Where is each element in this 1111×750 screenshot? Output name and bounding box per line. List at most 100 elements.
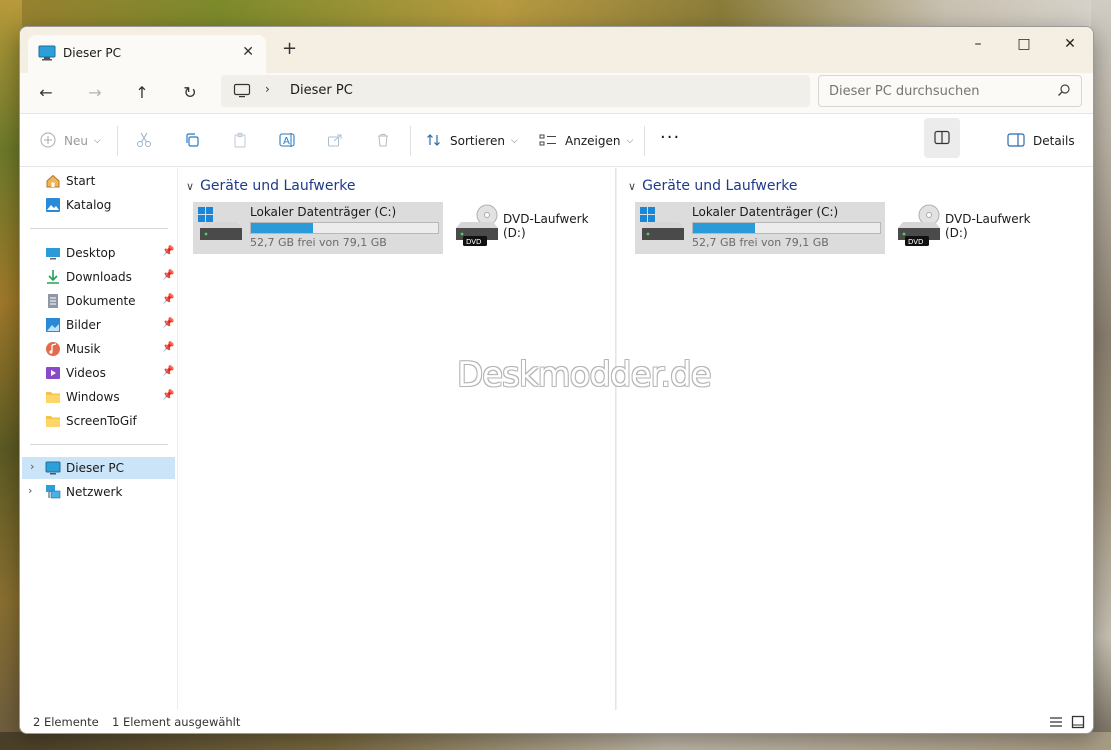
drive-c[interactable]: Lokaler Datenträger (C:) 52,7 GB frei vo…	[635, 202, 885, 254]
maximize-button[interactable]: □	[1001, 31, 1047, 59]
tab-dieser-pc[interactable]: Dieser PC ✕	[28, 35, 266, 73]
sort-button[interactable]: Sortieren ⌵	[426, 128, 518, 154]
sidebar-item-dokumente[interactable]: Dokumente 📌	[20, 290, 175, 312]
pin-icon[interactable]: 📌	[162, 390, 174, 401]
refresh-button[interactable]: ↻	[176, 81, 204, 105]
sidebar-item-musik[interactable]: Musik 📌	[20, 338, 175, 360]
breadcrumb-dieser-pc[interactable]: Dieser PC	[290, 83, 353, 98]
navigation-pane: Start Katalog Desktop 📌 Downloads 📌 Doku…	[20, 168, 178, 710]
sidebar-item-katalog[interactable]: Katalog	[20, 194, 175, 216]
group-header[interactable]: ∨ Geräte und Laufwerke	[186, 178, 355, 194]
title-bar: Dieser PC ✕ + – □ ✕	[20, 27, 1093, 73]
pane-divider[interactable]	[615, 168, 617, 710]
sidebar-item-dieser-pc[interactable]: › Dieser PC	[22, 457, 175, 479]
minimize-button[interactable]: –	[955, 31, 1001, 59]
command-bar: Neu ⌵ A Sortieren ⌵ Anzeigen ⌵ ··· Detai…	[20, 113, 1093, 167]
group-header-label: Geräte und Laufwerke	[642, 178, 798, 194]
search-box[interactable]	[818, 75, 1082, 107]
up-button[interactable]: ↑	[128, 81, 156, 105]
trash-icon	[375, 132, 391, 151]
close-tab-icon[interactable]: ✕	[242, 44, 254, 60]
music-icon	[45, 341, 61, 357]
pin-icon[interactable]: 📌	[162, 342, 174, 353]
drive-free-space: 52,7 GB frei von 79,1 GB	[692, 236, 829, 249]
content-pane-left: ∨ Geräte und Laufwerke Lokaler Datenträg…	[178, 168, 615, 710]
view-button[interactable]: Anzeigen ⌵	[539, 128, 633, 154]
pin-icon[interactable]: 📌	[162, 246, 174, 257]
search-input[interactable]	[829, 82, 1049, 100]
paste-button[interactable]	[232, 128, 248, 154]
details-label: Details	[1033, 134, 1075, 148]
share-icon	[327, 132, 343, 151]
monitor-icon	[233, 83, 251, 102]
pin-icon[interactable]: 📌	[162, 294, 174, 305]
desktop-icon	[45, 245, 61, 261]
tiles-view-icon[interactable]	[1071, 715, 1085, 732]
sidebar-item-screentogif[interactable]: ScreenToGif	[20, 410, 175, 432]
download-icon	[45, 269, 61, 285]
dvd-drive-icon: DVD	[897, 204, 943, 251]
drive-dvd[interactable]: DVD DVD-Laufwerk (D:)	[895, 202, 1055, 254]
copy-button[interactable]	[184, 128, 200, 154]
sidebar-item-videos[interactable]: Videos 📌	[20, 362, 175, 384]
sidebar-item-label: Katalog	[66, 198, 112, 212]
hard-drive-icon	[639, 206, 685, 249]
sidebar-item-label: Dokumente	[66, 294, 136, 308]
sidebar-divider	[30, 228, 168, 229]
preview-pane-icon	[934, 130, 950, 145]
view-icon	[539, 132, 557, 151]
sidebar-item-label: Start	[66, 174, 96, 188]
chevron-down-icon: ⌵	[510, 136, 518, 146]
chevron-down-icon: ⌵	[93, 136, 101, 146]
folder-icon	[45, 389, 61, 405]
details-button[interactable]: Details	[1007, 128, 1075, 154]
sidebar-item-downloads[interactable]: Downloads 📌	[20, 266, 175, 288]
rename-button[interactable]: A	[279, 128, 297, 154]
view-label: Anzeigen	[565, 134, 621, 148]
address-bar[interactable]: › Dieser PC	[221, 75, 810, 107]
preview-pane-button[interactable]	[924, 118, 960, 158]
back-button[interactable]: ←	[32, 81, 60, 105]
sidebar-item-netzwerk[interactable]: › Netzwerk	[20, 481, 175, 503]
breadcrumb-separator[interactable]: ›	[265, 82, 270, 96]
more-options-button[interactable]: ···	[660, 128, 680, 148]
tab-title: Dieser PC	[63, 46, 121, 60]
rename-icon: A	[279, 132, 297, 151]
drive-usage-fill	[251, 223, 314, 233]
dvd-drive-icon: DVD	[455, 204, 501, 251]
details-view-icon[interactable]	[1049, 715, 1063, 732]
drive-free-space: 52,7 GB frei von 79,1 GB	[250, 236, 387, 249]
group-header[interactable]: ∨ Geräte und Laufwerke	[628, 178, 797, 194]
chevron-right-icon[interactable]: ›	[28, 484, 32, 497]
this-pc-icon	[38, 45, 56, 64]
sidebar-item-label: Bilder	[66, 318, 101, 332]
this-pc-icon	[45, 460, 61, 476]
sidebar-item-start[interactable]: Start	[20, 170, 175, 192]
new-button[interactable]: Neu ⌵	[40, 128, 101, 154]
cut-button[interactable]	[136, 128, 152, 154]
share-button[interactable]	[327, 128, 343, 154]
chevron-down-icon: ⌵	[626, 136, 634, 146]
sidebar-item-desktop[interactable]: Desktop 📌	[20, 242, 175, 264]
new-tab-button[interactable]: +	[282, 39, 297, 59]
close-window-button[interactable]: ✕	[1047, 31, 1093, 59]
pin-icon[interactable]: 📌	[162, 366, 174, 377]
sidebar-item-windows[interactable]: Windows 📌	[20, 386, 175, 408]
sidebar-item-label: Windows	[66, 390, 120, 404]
drive-dvd[interactable]: DVD DVD-Laufwerk (D:)	[453, 202, 613, 254]
network-icon	[45, 484, 61, 500]
pin-icon[interactable]: 📌	[162, 270, 174, 281]
pin-icon[interactable]: 📌	[162, 318, 174, 329]
chevron-right-icon[interactable]: ›	[30, 460, 34, 473]
copy-icon	[184, 132, 200, 151]
delete-button[interactable]	[375, 128, 391, 154]
status-bar: 2 Elemente 1 Element ausgewählt	[20, 710, 1093, 733]
group-header-label: Geräte und Laufwerke	[200, 178, 356, 194]
drive-usage-bar	[250, 222, 439, 234]
search-icon[interactable]	[1057, 83, 1071, 100]
forward-button[interactable]: →	[81, 81, 109, 105]
dvd-badge: DVD	[908, 238, 923, 246]
drive-c[interactable]: Lokaler Datenträger (C:) 52,7 GB frei vo…	[193, 202, 443, 254]
pictures-icon	[45, 317, 61, 333]
sidebar-item-bilder[interactable]: Bilder 📌	[20, 314, 175, 336]
